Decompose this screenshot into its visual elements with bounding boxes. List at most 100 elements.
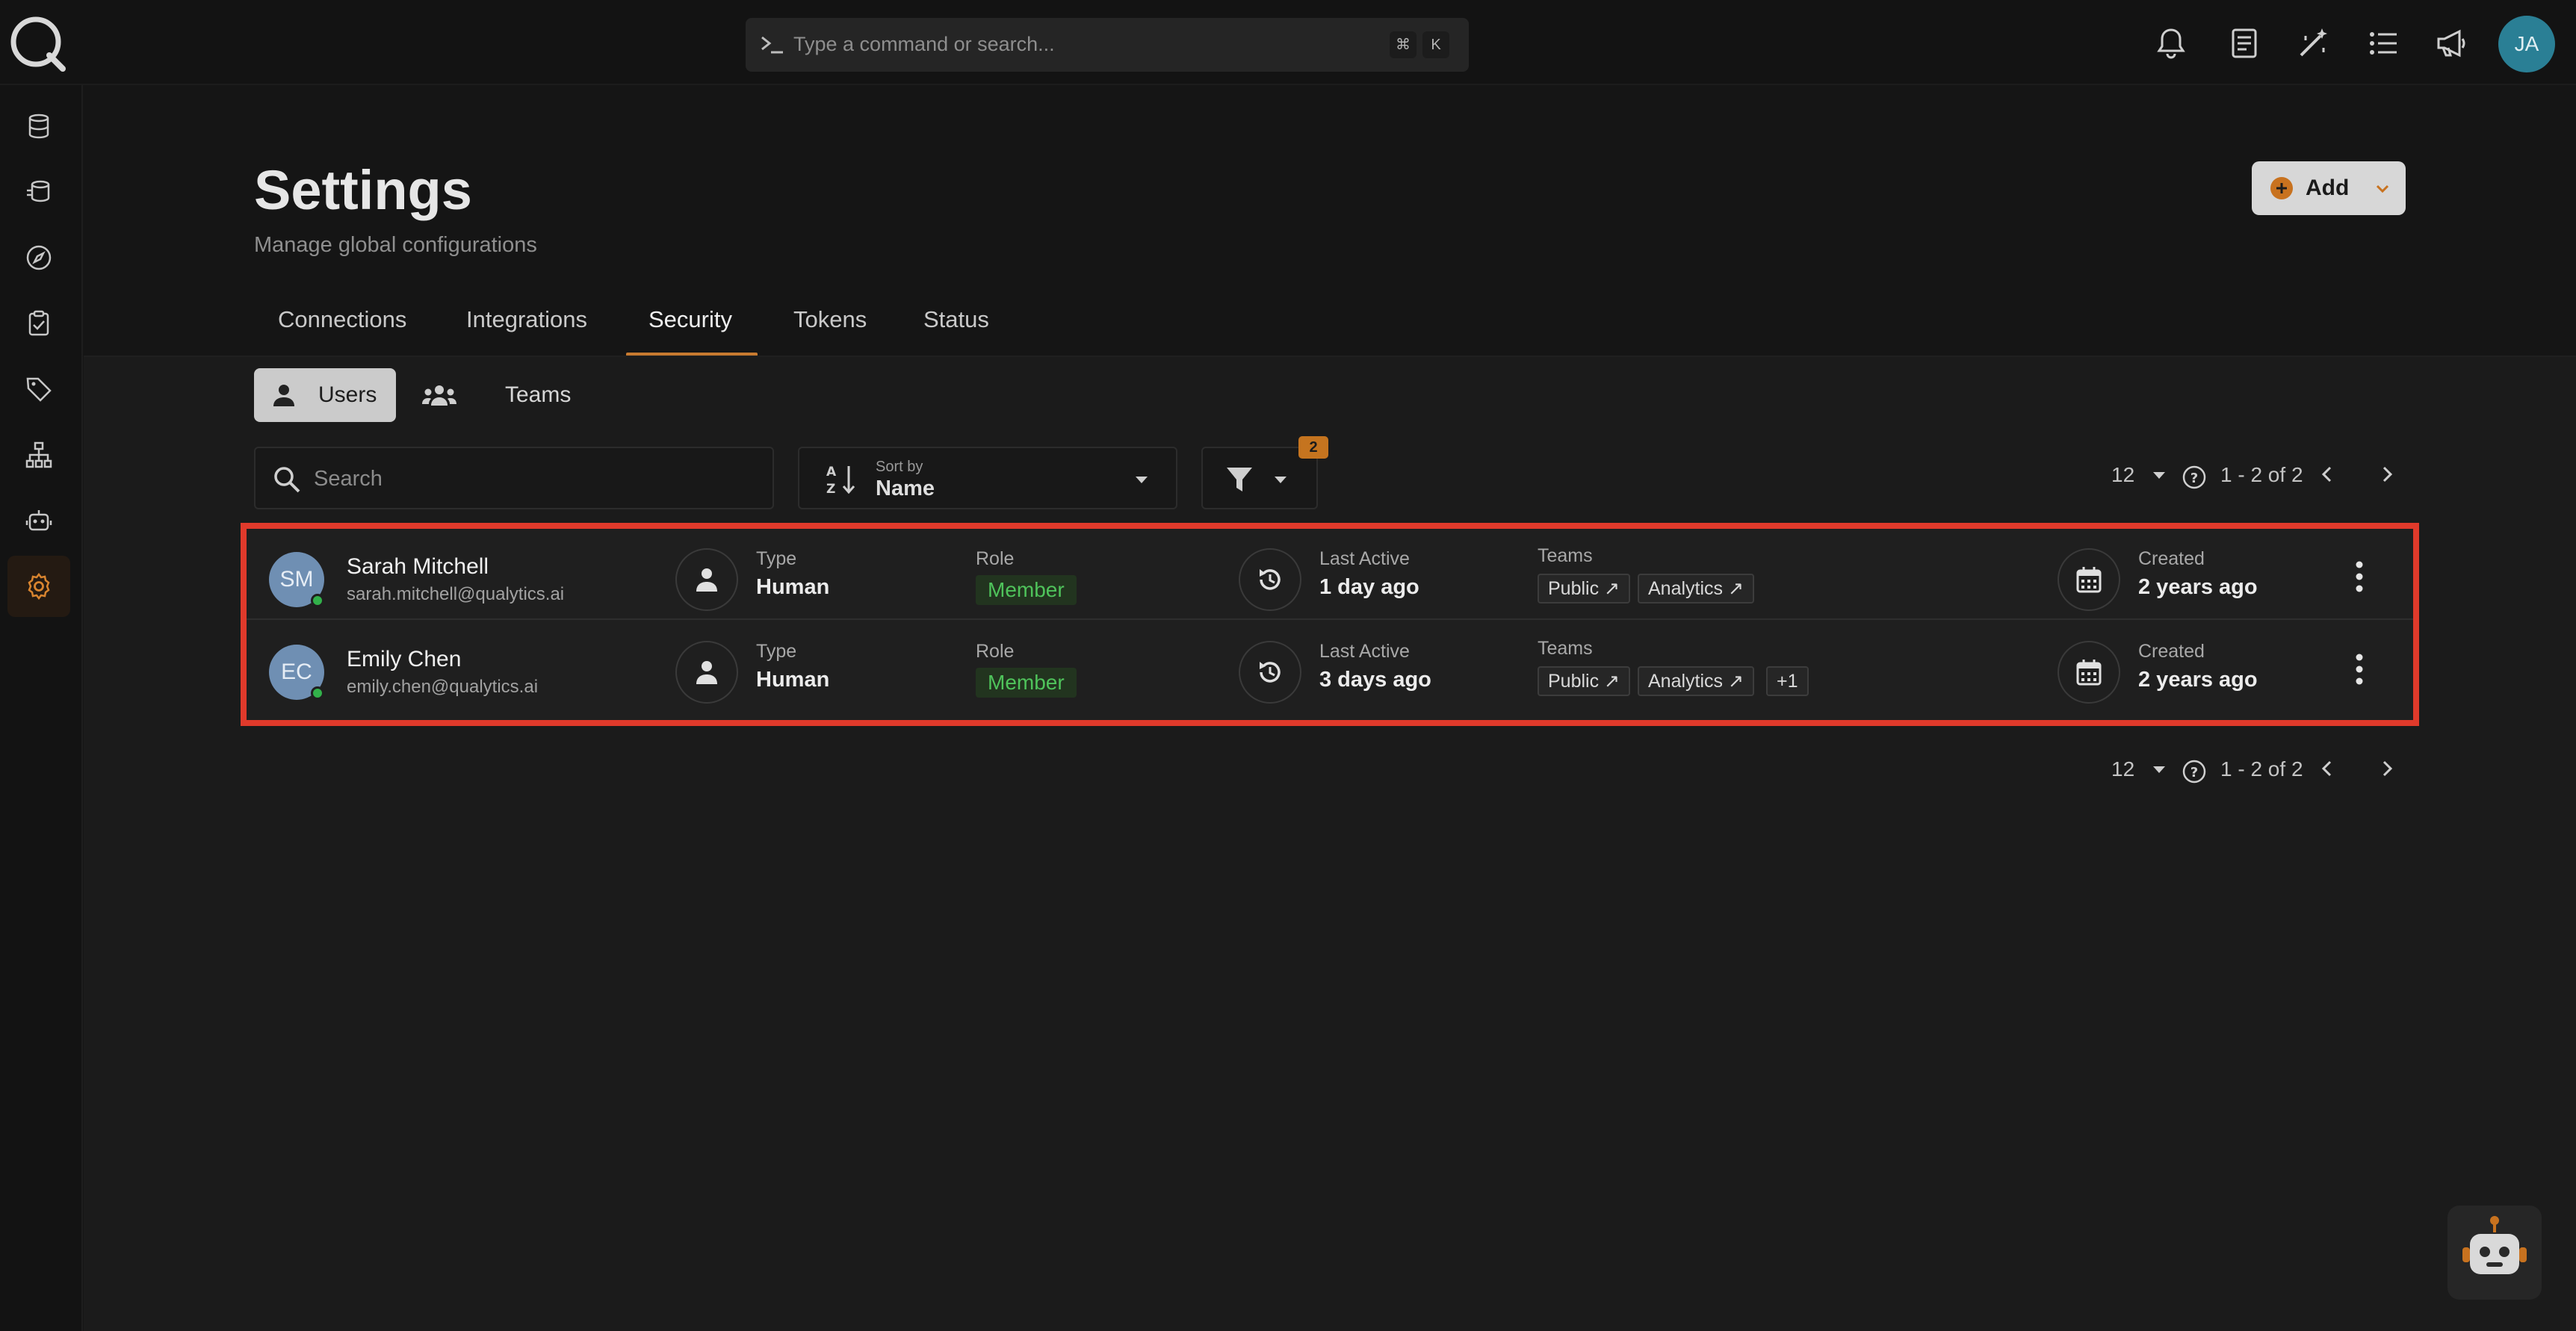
magic-wand-icon[interactable] [2295,25,2331,61]
last-active-label: Last Active [1319,641,1410,662]
type-value: Human [756,668,830,692]
created-label: Created [2138,641,2205,662]
users-toggle-button[interactable]: Users [254,368,396,422]
command-placeholder: Type a command or search... [793,33,1055,55]
team-icon [422,385,456,406]
team-chip[interactable]: Analytics ↗ [1638,666,1754,696]
add-button[interactable]: Add [2252,161,2406,215]
chevron-right-icon[interactable] [2376,463,2398,485]
type-icon-badge [675,641,738,704]
created-label: Created [2138,548,2205,569]
sidebar-item-datastores[interactable] [7,96,70,157]
page-size-select[interactable]: 12 [2111,757,2134,781]
tab-tokens[interactable]: Tokens [793,306,867,356]
team-chip[interactable]: Public ↗ [1538,666,1630,696]
user-icon [696,568,717,592]
last-active-label: Last Active [1319,548,1410,569]
sort-alpha-icon: A Z [826,465,855,496]
document-icon[interactable] [2226,25,2262,61]
caret-down-icon[interactable] [2150,762,2168,777]
teams-label: Teams [1538,638,1593,659]
caret-down-icon[interactable] [2150,468,2168,483]
calendar-icon [2076,660,2102,686]
search-field[interactable] [254,447,774,509]
list-icon[interactable] [2365,25,2401,61]
last-active-icon-badge [1239,641,1301,704]
pagination-bottom: 12 ? 1 - 2 of 2 [2107,750,2406,787]
created-value: 2 years ago [2138,575,2258,599]
user-avatar-button[interactable]: JA [2498,16,2555,72]
page-size-select[interactable]: 12 [2111,463,2134,487]
svg-text:Z: Z [826,482,835,496]
page-subtitle: Manage global configurations [254,233,537,257]
more-options-icon[interactable] [2353,651,2365,687]
type-value: Human [756,575,830,599]
robot-icon [25,510,52,531]
tab-status[interactable]: Status [923,306,989,356]
sidebar [0,85,83,1331]
sort-select[interactable]: A Z Sort by Name [798,447,1177,509]
app-logo[interactable] [6,12,69,75]
page-title: Settings [254,159,472,221]
user-icon [273,385,294,406]
more-options-icon[interactable] [2353,559,2365,595]
chevron-right-icon[interactable] [2376,757,2398,780]
table-row[interactable]: SM Sarah Mitchell sarah.mitchell@qualyti… [247,529,2413,620]
chevron-left-icon[interactable] [2316,463,2338,485]
top-bar: Type a command or search... ⌘ K JA [0,0,2576,85]
online-status-dot [311,686,324,700]
megaphone-icon[interactable] [2434,25,2470,61]
more-teams-chip[interactable]: +1 [1766,666,1809,696]
calendar-icon [2076,567,2102,593]
teams-toggle-label: Teams [505,382,572,407]
created-icon-badge [2058,641,2120,704]
sidebar-item-explore[interactable] [7,227,70,288]
user-icon [696,661,717,684]
tab-connections[interactable]: Connections [278,306,406,356]
team-chip[interactable]: Analytics ↗ [1638,574,1754,604]
sidebar-item-tags[interactable] [7,359,70,420]
svg-text:?: ? [2190,471,2198,486]
bell-icon[interactable] [2153,25,2189,61]
tag-icon [26,377,52,402]
last-active-value: 1 day ago [1319,575,1419,599]
team-chip[interactable]: Public ↗ [1538,574,1630,604]
database-icon [28,114,49,139]
assistant-bot-button[interactable] [2447,1206,2542,1300]
compass-icon [26,245,52,270]
users-toggle-label: Users [318,382,377,407]
last-active-value: 3 days ago [1319,668,1431,692]
gear-icon [28,573,50,600]
table-row[interactable]: EC Emily Chen emily.chen@qualytics.ai Ty… [247,621,2413,713]
chevron-down-icon [2376,184,2389,193]
teams-toggle-button[interactable]: Teams [408,368,571,422]
stacked-database-icon [27,180,50,202]
sidebar-item-checks[interactable] [7,293,70,354]
sidebar-item-agents[interactable] [7,490,70,551]
tab-security[interactable]: Security [648,306,732,356]
user-name[interactable]: Sarah Mitchell [347,554,489,580]
help-icon[interactable]: ? [2182,465,2207,490]
user-email: emily.chen@qualytics.ai [347,677,539,697]
svg-text:A: A [826,465,837,480]
type-label: Type [756,548,797,569]
sidebar-item-flows[interactable] [7,161,70,223]
sort-value: Name [876,477,935,500]
user-name[interactable]: Emily Chen [347,647,461,672]
sidebar-item-hierarchy[interactable] [7,424,70,485]
created-value: 2 years ago [2138,668,2258,692]
history-icon [1260,662,1281,683]
type-icon-badge [675,548,738,611]
svg-text:?: ? [2190,765,2198,781]
chevron-left-icon[interactable] [2316,757,2338,780]
tab-integrations[interactable]: Integrations [466,306,587,356]
sidebar-item-settings[interactable] [7,556,70,617]
help-icon[interactable]: ? [2182,759,2207,784]
search-input[interactable] [312,460,761,497]
command-search-bar[interactable]: Type a command or search... ⌘ K [746,18,1469,72]
search-icon [274,467,300,493]
user-email: sarah.mitchell@qualytics.ai [347,584,565,604]
type-label: Type [756,641,797,662]
filter-icon [1227,468,1252,491]
shortcut-cmd-key: ⌘ [1390,31,1417,58]
